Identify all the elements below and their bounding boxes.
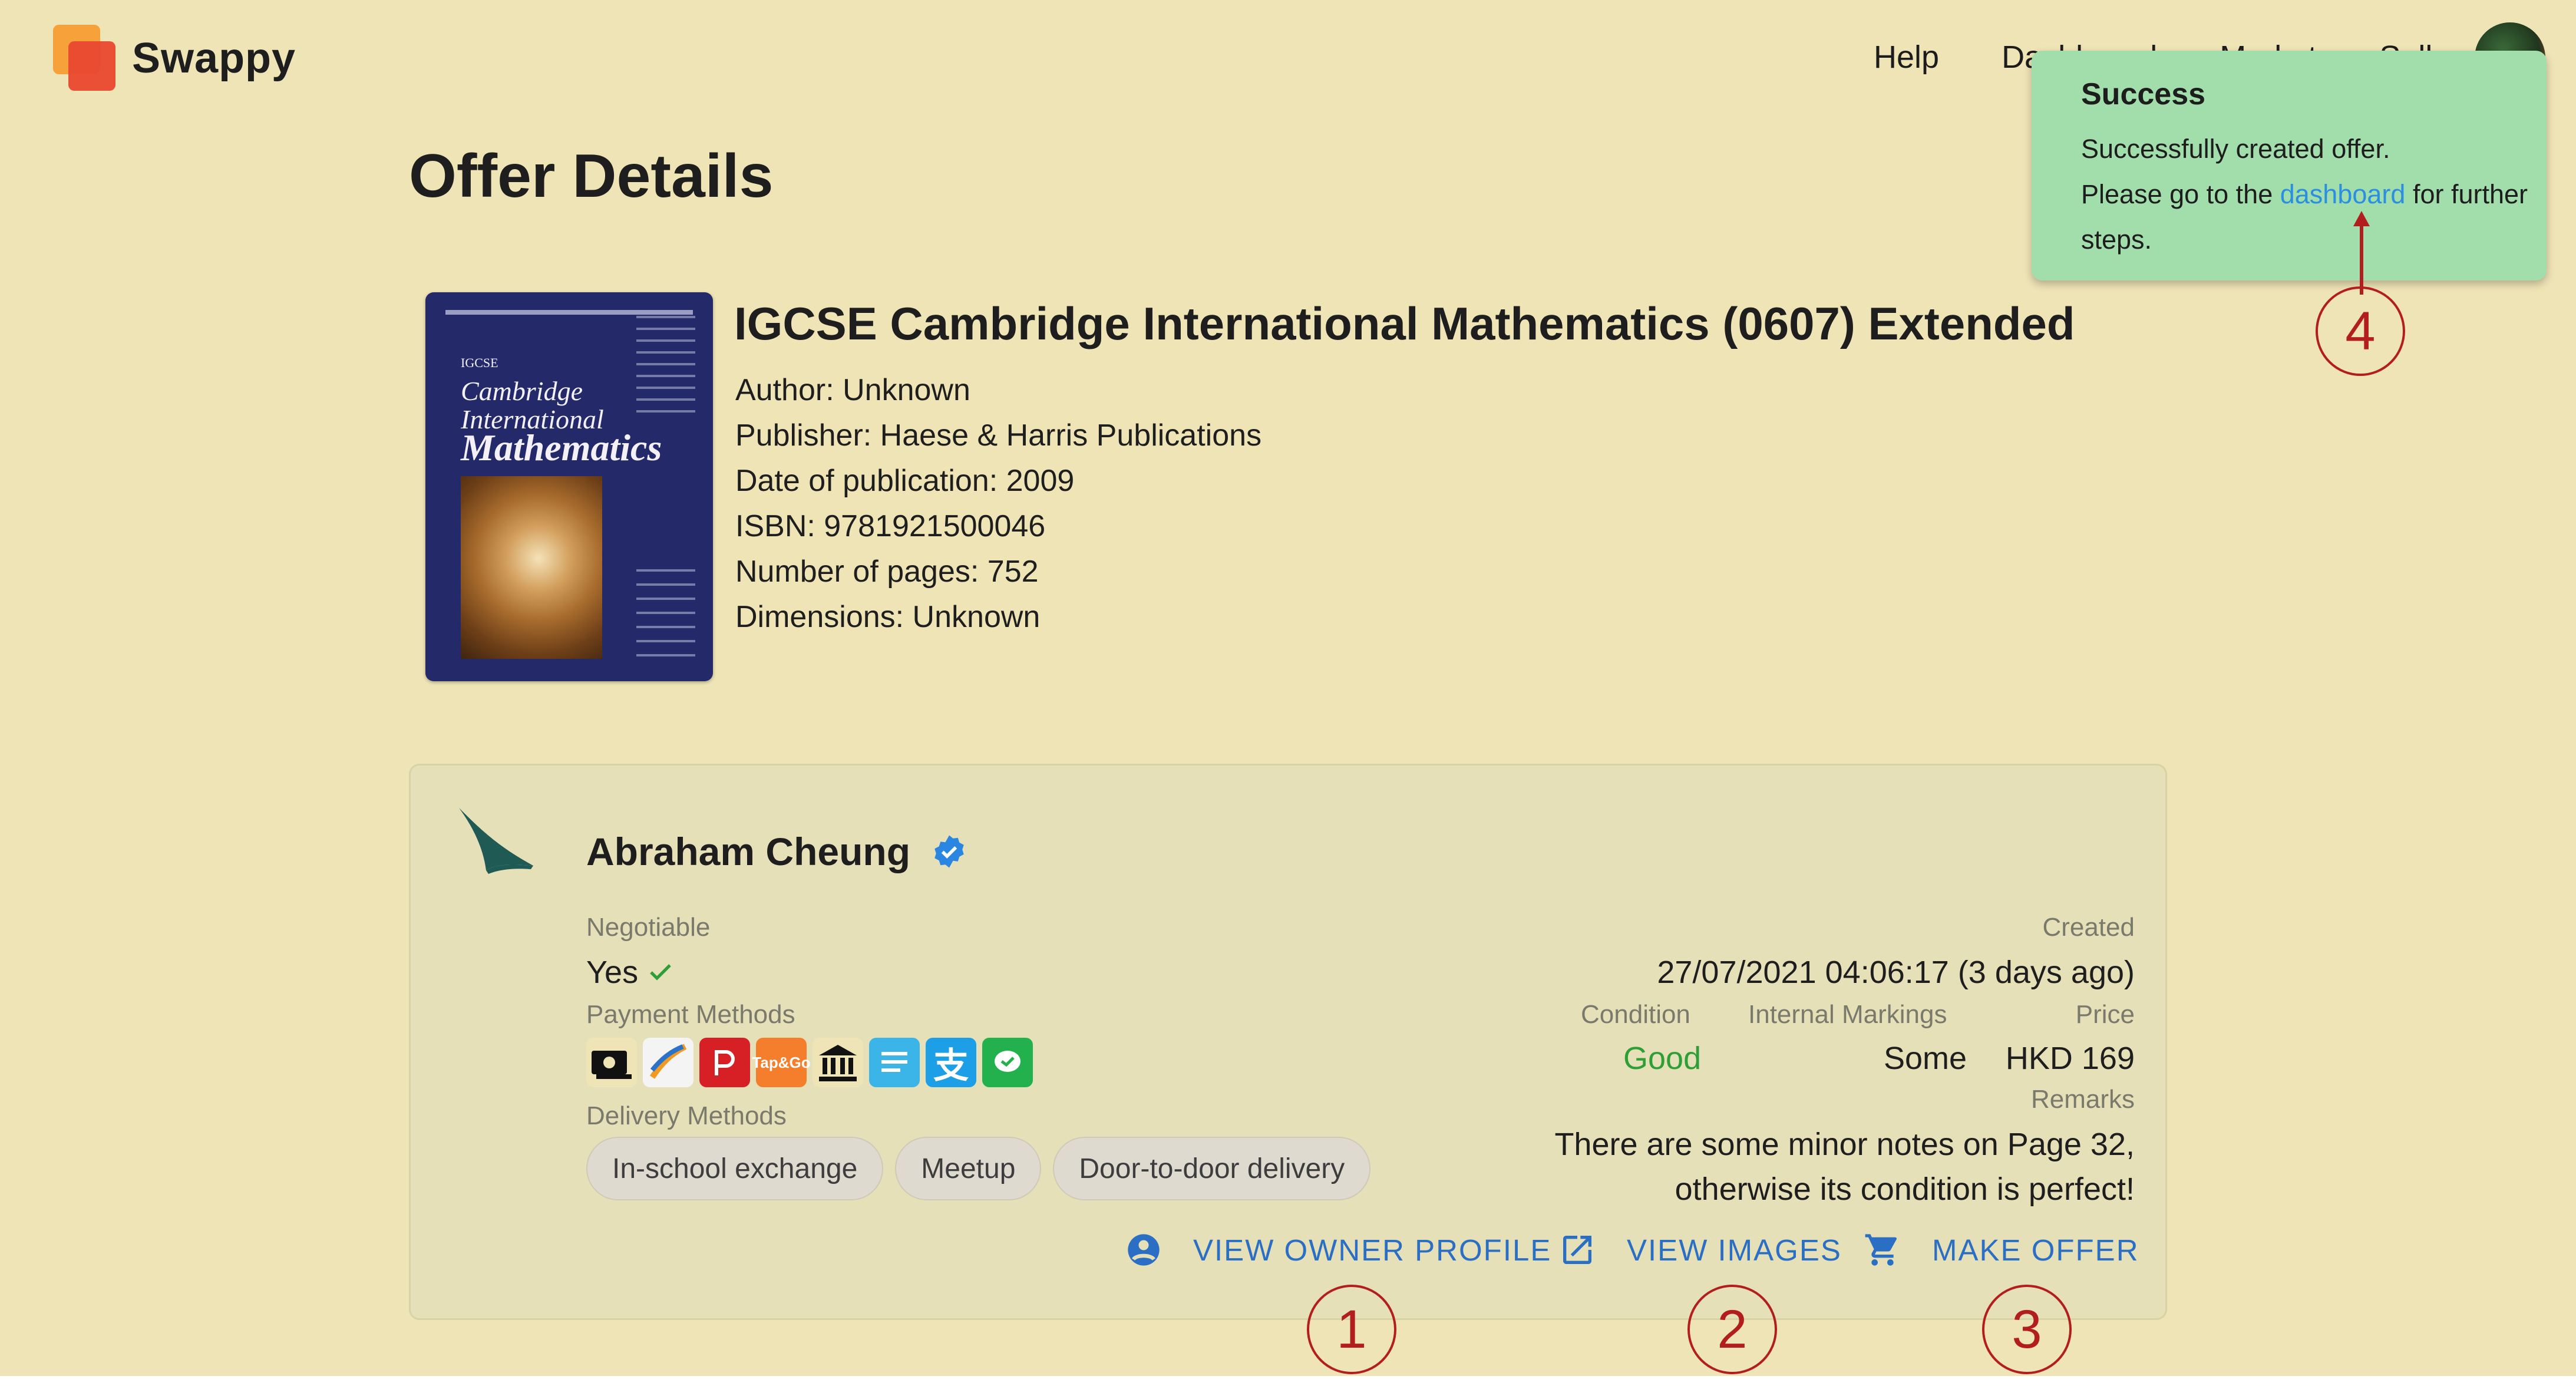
cover-line1: IGCSE [461, 355, 498, 370]
toast-message: Successfully created offer. Please go to… [2081, 126, 2529, 262]
delivery-methods: In-school exchange Meetup Door-to-door d… [586, 1137, 1382, 1200]
cover-line2: Cambridge [461, 376, 583, 406]
wechat-pay-icon [982, 1038, 1033, 1087]
condition-label: Condition [1581, 1000, 1690, 1029]
view-images-button[interactable]: VIEW IMAGES [1558, 1231, 1842, 1269]
app-name: Swappy [132, 35, 296, 82]
dashboard-link[interactable]: dashboard [2280, 179, 2406, 209]
page-title: Offer Details [409, 142, 774, 210]
fps-icon [869, 1038, 920, 1087]
payment-methods-label: Payment Methods [586, 1000, 795, 1029]
price-value: HKD 169 [2005, 1041, 2135, 1076]
book-date: Date of publication: 2009 [735, 464, 1075, 498]
internal-markings-label: Internal Markings [1748, 1000, 1947, 1029]
remarks-line2: otherwise its condition is perfect! [1675, 1172, 2135, 1207]
internal-markings-value: Some [1884, 1041, 1967, 1076]
success-toast: Success Successfully created offer. Plea… [2032, 51, 2547, 280]
make-offer-label: MAKE OFFER [1932, 1233, 2139, 1267]
book-publisher: Publisher: Haese & Harris Publications [735, 418, 1262, 453]
cover-line4: Mathematics [461, 427, 662, 468]
toast-before-link: Please go to the [2081, 179, 2280, 209]
check-icon [650, 964, 671, 981]
view-owner-profile-label: VIEW OWNER PROFILE [1193, 1233, 1552, 1267]
annotation-1: 1 [1307, 1285, 1396, 1374]
payme-icon [699, 1038, 750, 1087]
price-label: Price [2075, 1000, 2135, 1029]
payment-methods: Tap&Go 支 [586, 1038, 1039, 1087]
alipay-icon: 支 [926, 1038, 976, 1087]
created-value: 27/07/2021 04:06:17 (3 days ago) [1657, 955, 2135, 990]
book-title: IGCSE Cambridge International Mathematic… [734, 298, 2075, 349]
seller-logo-icon [459, 808, 533, 874]
negotiable-label: Negotiable [586, 913, 711, 942]
verified-badge-icon [934, 835, 964, 868]
seller-name: Abraham Cheung [586, 830, 911, 873]
delivery-chip: Door-to-door delivery [1053, 1137, 1371, 1200]
nav-help[interactable]: Help [1874, 39, 1939, 75]
cash-icon [586, 1038, 637, 1087]
remarks-line1: There are some minor notes on Page 32, [1554, 1127, 2135, 1162]
shopping-cart-icon [1865, 1234, 1897, 1266]
negotiable-value: Yes [586, 955, 639, 990]
open-in-new-icon [1563, 1236, 1591, 1264]
account-circle-icon [1128, 1234, 1160, 1266]
cover-title: IGCSE Cambridge International Mathematic… [461, 349, 662, 468]
delivery-chip: Meetup [895, 1137, 1042, 1200]
annotation-3: 3 [1982, 1285, 2072, 1374]
annotation-arrow-line [2360, 224, 2363, 295]
bank-icon [813, 1038, 863, 1087]
delivery-methods-label: Delivery Methods [586, 1101, 787, 1130]
created-label: Created [2042, 913, 2135, 942]
tap-and-go-icon: Tap&Go [752, 1038, 811, 1087]
view-owner-profile-button[interactable]: VIEW OWNER PROFILE [1125, 1231, 1551, 1269]
book-metadata: Author: Unknown Publisher: Haese & Harri… [735, 368, 1261, 640]
toast-title: Success [2081, 77, 2206, 111]
swappy-logo[interactable]: Swappy [53, 25, 296, 92]
logo-mark-icon [53, 25, 117, 92]
make-offer-button[interactable]: MAKE OFFER [1864, 1231, 2139, 1269]
remarks-label: Remarks [2030, 1085, 2135, 1114]
book-pages: Number of pages: 752 [735, 555, 1039, 589]
annotation-2: 2 [1687, 1285, 1777, 1374]
book-cover-image: IGCSE Cambridge International Mathematic… [425, 292, 713, 681]
page: Swappy Help Dashboard Market Sell Succes… [0, 0, 2576, 1376]
book-isbn: ISBN: 9781921500046 [735, 509, 1046, 543]
view-images-label: VIEW IMAGES [1627, 1233, 1842, 1267]
book-dimensions: Dimensions: Unknown [735, 600, 1041, 634]
annotation-4: 4 [2316, 286, 2405, 376]
offer-card: Abraham Cheung Negotiable Yes Payment Me… [409, 764, 2167, 1320]
toast-line1: Successfully created offer. [2081, 134, 2390, 164]
book-author: Author: Unknown [735, 373, 970, 407]
octopus-icon [643, 1038, 693, 1087]
cover-fractal-image [461, 476, 602, 659]
delivery-chip: In-school exchange [586, 1137, 884, 1200]
condition-value: Good [1623, 1041, 1702, 1076]
